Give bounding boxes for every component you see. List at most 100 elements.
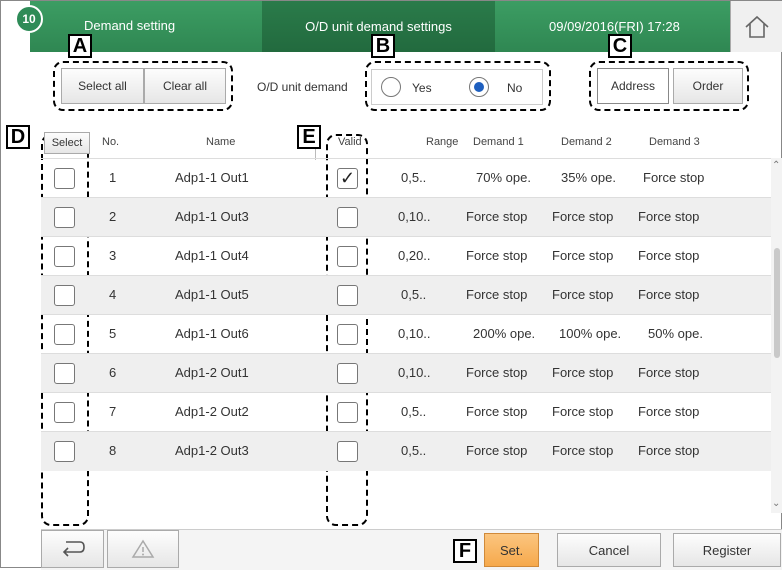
yes-label: Yes	[412, 81, 432, 95]
scroll-down-icon[interactable]: ⌄	[772, 498, 780, 509]
row-demand-3: Force stop	[643, 170, 705, 185]
row-name: Adp1-1 Out4	[175, 248, 249, 263]
column-header-demand-3: Demand 3	[649, 136, 700, 148]
row-valid-checkbox[interactable]	[337, 207, 358, 228]
table-row[interactable]: 1 Adp1-1 Out1 ✓ 0,5.. 70% ope. 35% ope. …	[41, 158, 771, 198]
row-demand-2: Force stop	[552, 404, 614, 419]
row-demand-2: Force stop	[552, 365, 614, 380]
row-valid-checkbox[interactable]	[337, 285, 358, 306]
table-row[interactable]: 2 Adp1-1 Out3 0,10.. Force stop Force st…	[41, 197, 771, 237]
screen-number-badge: 10	[15, 5, 43, 33]
row-demand-1: Force stop	[466, 248, 528, 263]
back-arrow-icon	[62, 541, 85, 557]
header-title-area: 10 Demand setting	[15, 1, 262, 52]
row-demand-3: Force stop	[638, 365, 700, 380]
row-select-checkbox[interactable]	[54, 441, 75, 462]
table-header: Select No. Name Valid Range Demand 1 Dem…	[41, 128, 771, 160]
row-name: Adp1-2 Out3	[175, 443, 249, 458]
row-range: 0,10..	[398, 326, 431, 341]
row-valid-checkbox[interactable]	[337, 324, 358, 345]
home-icon	[745, 15, 769, 38]
column-header-select[interactable]: Select	[44, 132, 90, 154]
row-select-checkbox[interactable]	[54, 207, 75, 228]
warning-icon	[131, 539, 155, 558]
row-range: 0,10..	[398, 365, 431, 380]
od-unit-demand-label: O/D unit demand	[257, 80, 348, 94]
scroll-thumb[interactable]	[774, 248, 780, 358]
row-valid-checkbox[interactable]: ✓	[337, 168, 358, 189]
table-row[interactable]: 8 Adp1-2 Out3 0,5.. Force stop Force sto…	[41, 431, 771, 471]
row-name: Adp1-1 Out1	[175, 170, 249, 185]
column-header-name: Name	[206, 136, 236, 148]
row-demand-2: Force stop	[552, 209, 614, 224]
table-row[interactable]: 6 Adp1-2 Out1 0,10.. Force stop Force st…	[41, 353, 771, 393]
row-demand-3: 50% ope.	[648, 326, 703, 341]
column-header-valid: Valid	[338, 136, 362, 148]
row-no: 6	[109, 365, 117, 380]
row-range: 0,10..	[398, 209, 431, 224]
callout-c: C	[608, 34, 632, 58]
row-valid-checkbox[interactable]	[337, 363, 358, 384]
row-no: 1	[109, 170, 117, 185]
row-name: Adp1-1 Out6	[175, 326, 249, 341]
register-button[interactable]: Register	[673, 533, 781, 567]
column-header-range: Range	[426, 136, 459, 148]
warning-button[interactable]	[107, 530, 179, 568]
row-valid-checkbox[interactable]	[337, 246, 358, 267]
row-name: Adp1-2 Out2	[175, 404, 249, 419]
row-name: Adp1-1 Out3	[175, 209, 249, 224]
sort-order-button[interactable]: Order	[673, 68, 743, 104]
no-radio[interactable]	[469, 77, 489, 97]
row-range: 0,5..	[401, 287, 427, 302]
table-row[interactable]: 3 Adp1-1 Out4 0,20.. Force stop Force st…	[41, 236, 771, 276]
row-valid-checkbox[interactable]	[337, 441, 358, 462]
row-demand-1: Force stop	[466, 404, 528, 419]
yes-radio[interactable]	[381, 77, 401, 97]
row-no: 3	[109, 248, 117, 263]
row-demand-1: Force stop	[466, 365, 528, 380]
scroll-up-icon[interactable]: ⌃	[772, 160, 780, 171]
clear-all-button[interactable]: Clear all	[144, 68, 226, 104]
row-demand-3: Force stop	[638, 248, 700, 263]
row-select-checkbox[interactable]	[54, 168, 75, 189]
row-demand-1: Force stop	[466, 443, 528, 458]
row-demand-2: Force stop	[552, 443, 614, 458]
row-demand-2: 100% ope.	[559, 326, 622, 341]
row-range: 0,5..	[401, 170, 427, 185]
header-bar: 10 Demand setting O/D unit demand settin…	[15, 1, 782, 52]
row-demand-2: Force stop	[552, 248, 614, 263]
row-range: 0,5..	[401, 443, 427, 458]
column-header-no: No.	[102, 136, 120, 148]
cancel-button[interactable]: Cancel	[557, 533, 661, 567]
callout-b: B	[371, 34, 395, 58]
row-valid-checkbox[interactable]	[337, 402, 358, 423]
row-demand-1: Force stop	[466, 287, 528, 302]
callout-a: A	[68, 34, 92, 58]
home-button[interactable]	[730, 1, 782, 52]
row-select-checkbox[interactable]	[54, 324, 75, 345]
no-label: No	[507, 81, 523, 95]
table-row[interactable]: 4 Adp1-1 Out5 0,5.. Force stop Force sto…	[41, 275, 771, 315]
row-no: 5	[109, 326, 117, 341]
row-select-checkbox[interactable]	[54, 363, 75, 384]
column-header-demand-1: Demand 1	[473, 136, 524, 148]
row-demand-3: Force stop	[638, 404, 700, 419]
row-select-checkbox[interactable]	[54, 285, 75, 306]
table-scrollbar[interactable]: ⌃ ⌄	[771, 158, 782, 513]
set-button[interactable]: Set.	[484, 533, 539, 567]
back-button[interactable]	[41, 530, 104, 568]
row-demand-2: Force stop	[552, 287, 614, 302]
row-no: 2	[109, 209, 117, 224]
row-range: 0,20..	[398, 248, 431, 263]
sort-address-button[interactable]: Address	[597, 68, 669, 104]
table-row[interactable]: 5 Adp1-1 Out6 0,10.. 200% ope. 100% ope.…	[41, 314, 771, 354]
select-all-button[interactable]: Select all	[61, 68, 144, 104]
row-name: Adp1-2 Out1	[175, 365, 249, 380]
row-select-checkbox[interactable]	[54, 402, 75, 423]
row-range: 0,5..	[401, 404, 427, 419]
row-no: 7	[109, 404, 117, 419]
row-select-checkbox[interactable]	[54, 246, 75, 267]
row-demand-3: Force stop	[638, 443, 700, 458]
table-row[interactable]: 7 Adp1-2 Out2 0,5.. Force stop Force sto…	[41, 392, 771, 432]
app-window: 10 Demand setting O/D unit demand settin…	[0, 0, 782, 570]
